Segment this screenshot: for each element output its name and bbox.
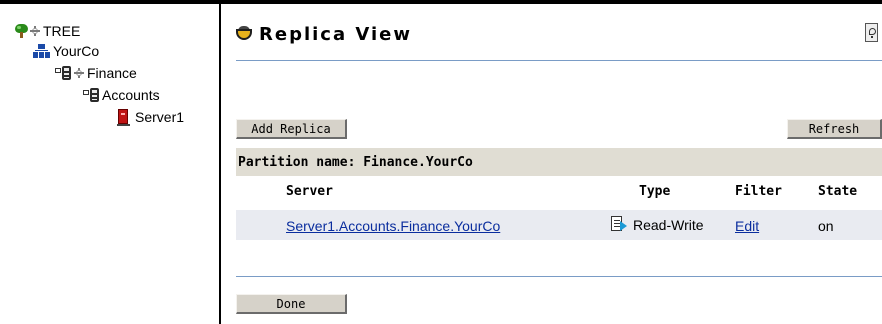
tree-node-label: Accounts [102,87,160,103]
partition-icon [83,88,100,102]
sparkle-icon [30,26,40,36]
tree-node-finance[interactable]: Finance [55,64,137,82]
tree-node-server1[interactable]: Server1 [117,108,184,126]
tree-node-label: Finance [87,65,137,81]
column-header-type: Type [639,184,671,199]
partition-name-label: Partition name: Finance.YourCo [238,154,473,170]
sparkle-icon [74,68,84,78]
replica-type-label: Read-Write [633,216,704,233]
tree-pane: TREE YourCo Finance Accounts Server1 [0,4,219,324]
view-header: Replica View [221,4,882,60]
tree-icon [15,24,28,38]
divider-line [236,276,882,277]
replica-view-pane: Replica View Add Replica Refresh Partiti… [221,4,882,324]
table-row: Server1.Accounts.Finance.YourCo Read-Wri… [236,210,882,240]
replica-type-cell: Read-Write [611,216,704,233]
tree-node-label: Server1 [135,109,185,125]
column-header-filter: Filter [735,184,782,199]
partition-header: Partition name: Finance.YourCo [236,148,882,176]
tree-node-label: YourCo [53,43,100,59]
tree-node-label: TREE [43,23,81,39]
replica-view-icon [236,26,252,40]
add-replica-button[interactable]: Add Replica [236,119,347,139]
organization-icon [33,44,50,58]
column-header-state: State [818,184,858,199]
replica-icon [611,216,627,233]
done-button[interactable]: Done [236,294,347,314]
refresh-button[interactable]: Refresh [787,119,882,139]
tree-node-accounts[interactable]: Accounts [83,86,160,104]
column-header-server: Server [286,184,333,199]
filter-edit-link[interactable]: Edit [735,218,759,234]
page-title: Replica View [259,24,412,45]
server-link[interactable]: Server1.Accounts.Finance.YourCo [286,218,500,234]
divider-line [236,60,882,61]
server-icon [117,108,130,126]
help-icon[interactable] [865,23,878,42]
tree-node-tree[interactable]: TREE [15,22,80,40]
tree-node-yourco[interactable]: YourCo [33,42,99,60]
partition-icon [55,66,72,80]
replica-state: on [818,218,834,234]
